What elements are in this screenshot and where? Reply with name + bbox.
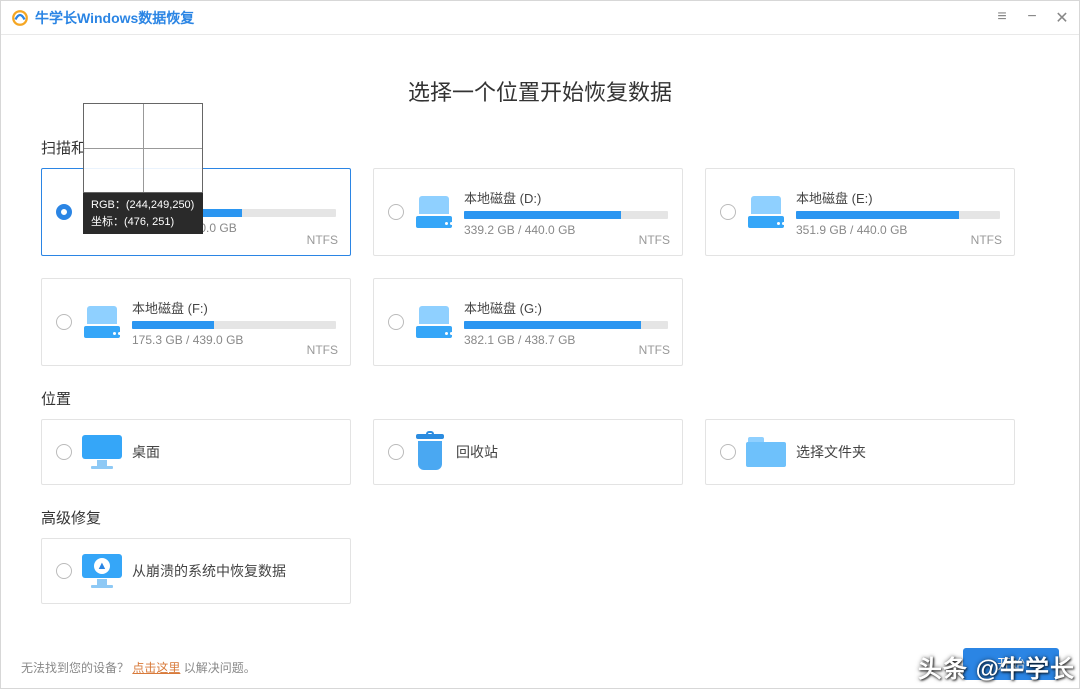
radio-icon[interactable] xyxy=(388,204,404,220)
disk-size: 351.9 GB / 440.0 GB xyxy=(796,223,1000,237)
drive-icon xyxy=(414,196,454,228)
scan-section-label: 扫描和 xyxy=(41,137,1039,158)
app-logo-icon xyxy=(11,9,29,27)
location-label: 桌面 xyxy=(132,442,160,462)
disk-name: 本地磁盘 (G:) xyxy=(464,298,668,317)
disk-usage-bar xyxy=(132,321,336,329)
fs-label: NTFS xyxy=(971,233,1002,247)
fs-label: NTFS xyxy=(307,233,338,247)
advanced-section-label: 高级修复 xyxy=(41,507,1039,528)
fs-label: NTFS xyxy=(639,233,670,247)
disk-card-e[interactable]: 本地磁盘 (E:) 351.9 GB / 440.0 GB NTFS xyxy=(705,168,1015,256)
radio-icon[interactable] xyxy=(56,314,72,330)
close-icon[interactable]: ✕ xyxy=(1053,8,1071,28)
disk-usage-bar xyxy=(464,321,668,329)
fs-label: NTFS xyxy=(639,343,670,357)
radio-icon[interactable] xyxy=(388,444,404,460)
drive-icon xyxy=(746,196,786,228)
location-label: 选择文件夹 xyxy=(796,442,866,462)
disk-size: 80.5 GB / 150.0 GB xyxy=(132,221,336,235)
disk-card-g[interactable]: 本地磁盘 (G:) 382.1 GB / 438.7 GB NTFS xyxy=(373,278,683,366)
disk-usage-bar xyxy=(464,211,668,219)
disk-name: 本地磁盘 (D:) xyxy=(464,188,668,207)
location-section-label: 位置 xyxy=(41,388,1039,409)
radio-icon[interactable] xyxy=(388,314,404,330)
disk-usage-bar xyxy=(132,209,336,217)
footer-help: 无法找到您的设备？ 点击这里 以解决问题。 xyxy=(21,659,256,676)
drive-icon xyxy=(414,306,454,338)
desktop-icon xyxy=(82,435,122,469)
disk-card-c[interactable]: C:) 80.5 GB / 150.0 GB NTFS xyxy=(41,168,351,256)
radio-icon[interactable] xyxy=(56,563,72,579)
location-label: 回收站 xyxy=(456,442,498,462)
advanced-crashed-system[interactable]: ▲ 从崩溃的系统中恢复数据 xyxy=(41,538,351,604)
minimize-icon[interactable]: − xyxy=(1023,8,1041,28)
disk-card-d[interactable]: 本地磁盘 (D:) 339.2 GB / 440.0 GB NTFS xyxy=(373,168,683,256)
crashed-system-icon: ▲ xyxy=(82,554,122,588)
location-folder[interactable]: 选择文件夹 xyxy=(705,419,1015,485)
drive-icon xyxy=(82,196,122,228)
folder-icon xyxy=(746,437,786,467)
titlebar: 牛学长Windows数据恢复 ≡ − ✕ xyxy=(1,1,1079,35)
menu-icon[interactable]: ≡ xyxy=(993,8,1011,28)
disk-name: 本地磁盘 (E:) xyxy=(796,188,1000,207)
disk-card-f[interactable]: 本地磁盘 (F:) 175.3 GB / 439.0 GB NTFS xyxy=(41,278,351,366)
radio-icon[interactable] xyxy=(56,444,72,460)
fs-label: NTFS xyxy=(307,343,338,357)
radio-icon[interactable] xyxy=(720,204,736,220)
advanced-label: 从崩溃的系统中恢复数据 xyxy=(132,561,286,581)
page-title: 选择一个位置开始恢复数据 xyxy=(41,75,1039,107)
disk-size: 339.2 GB / 440.0 GB xyxy=(464,223,668,237)
trash-icon xyxy=(414,434,446,470)
disk-size: 382.1 GB / 438.7 GB xyxy=(464,333,668,347)
drive-icon xyxy=(82,306,122,338)
location-recycle[interactable]: 回收站 xyxy=(373,419,683,485)
help-link[interactable]: 点击这里 xyxy=(132,661,180,675)
radio-selected-icon[interactable] xyxy=(56,204,72,220)
disk-name: 本地磁盘 (F:) xyxy=(132,298,336,317)
radio-icon[interactable] xyxy=(720,444,736,460)
disk-size: 175.3 GB / 439.0 GB xyxy=(132,333,336,347)
disk-usage-bar xyxy=(796,211,1000,219)
location-desktop[interactable]: 桌面 xyxy=(41,419,351,485)
watermark: 头条 @牛学长 xyxy=(918,649,1075,684)
app-title: 牛学长Windows数据恢复 xyxy=(35,8,194,28)
disk-name: C:) xyxy=(132,190,336,205)
